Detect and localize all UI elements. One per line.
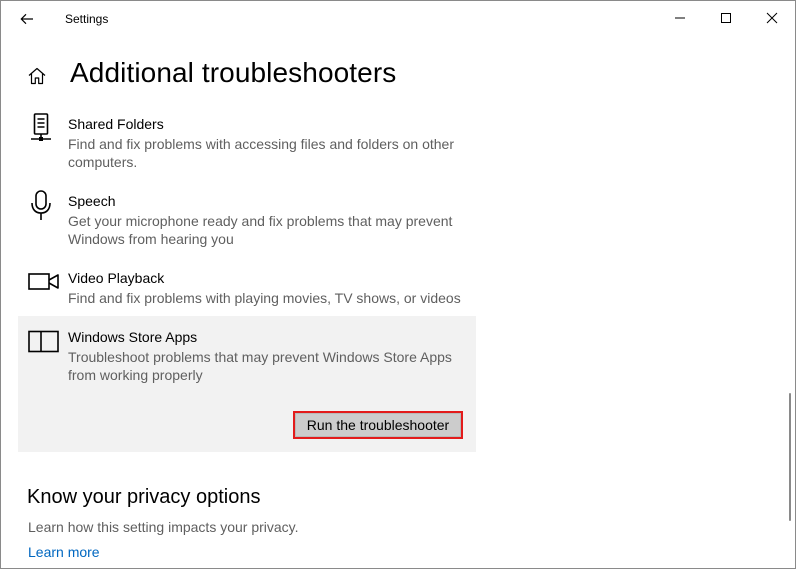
page-title: Additional troubleshooters <box>70 57 397 88</box>
troubleshooter-windows-store-apps[interactable]: Windows Store Apps Troubleshoot problems… <box>18 316 476 452</box>
store-apps-icon <box>28 330 59 353</box>
close-icon <box>766 12 778 24</box>
maximize-button[interactable] <box>703 1 749 35</box>
troubleshooter-description: Find and fix problems with accessing fil… <box>68 136 454 170</box>
troubleshooter-name: Speech <box>68 193 116 209</box>
microphone-icon <box>31 190 51 220</box>
troubleshooter-description: Get your microphone ready and fix proble… <box>68 213 453 247</box>
troubleshooter-shared-folders[interactable]: Shared Folders Find and fix problems wit… <box>18 111 476 176</box>
troubleshooter-description: Troubleshoot problems that may prevent W… <box>68 349 452 383</box>
window-title: Settings <box>65 12 109 26</box>
privacy-description: Learn how this setting impacts your priv… <box>28 519 299 535</box>
troubleshooter-description: Find and fix problems with playing movie… <box>68 290 461 306</box>
scrollbar-thumb[interactable] <box>789 393 791 521</box>
troubleshooter-name: Shared Folders <box>68 116 164 132</box>
troubleshooter-speech[interactable]: Speech Get your microphone ready and fix… <box>18 188 476 253</box>
privacy-heading: Know your privacy options <box>27 486 261 508</box>
minimize-button[interactable] <box>657 1 703 35</box>
minimize-icon <box>675 17 685 19</box>
settings-window: Settings Additional troubleshooters Shar… <box>0 0 796 569</box>
run-troubleshooter-button[interactable]: Run the troubleshooter <box>293 411 463 439</box>
troubleshooter-name: Windows Store Apps <box>68 329 198 345</box>
maximize-icon <box>721 13 731 23</box>
close-button[interactable] <box>749 1 795 35</box>
title-bar: Settings <box>1 1 795 37</box>
home-icon[interactable] <box>27 66 47 86</box>
troubleshooter-video-playback[interactable]: Video Playback Find and fix problems wit… <box>18 265 476 313</box>
learn-more-link[interactable]: Learn more <box>28 544 100 560</box>
video-camera-icon <box>28 273 59 290</box>
troubleshooter-name: Video Playback <box>68 270 165 286</box>
back-button[interactable] <box>11 7 43 31</box>
network-drive-icon <box>31 113 51 141</box>
back-arrow-icon <box>20 13 33 25</box>
